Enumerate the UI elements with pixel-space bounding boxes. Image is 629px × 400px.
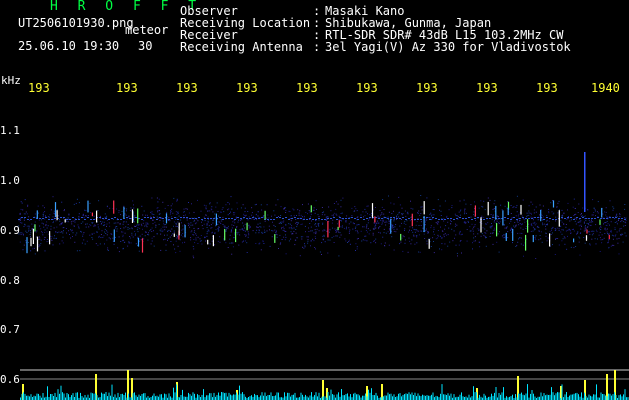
antenna-label: Receiving Antenna (180, 40, 303, 54)
file-name: UT2506101930.png (18, 16, 134, 30)
antenna-colon: : (313, 40, 321, 54)
x-tick-label: 1940 (591, 81, 620, 95)
hrofft-spectrogram-screen: H R O F F T UT2506101930.png meteor 25.0… (0, 0, 629, 400)
x-tick-label: 193 (476, 81, 498, 95)
x-tick-label: 193 (116, 81, 138, 95)
y-tick-label: 1.1 (0, 124, 20, 137)
noise-floor-trace (20, 384, 629, 400)
x-tick-label: 193 (176, 81, 198, 95)
x-tick-label: 193 (236, 81, 258, 95)
meteor-label: meteor (125, 23, 169, 37)
date-time: 25.06.10 19:30 (18, 39, 120, 53)
meteor-count: 30 (138, 39, 153, 53)
y-tick-label: 1.0 (0, 174, 20, 187)
y-tick-label: 0.7 (0, 323, 20, 336)
x-tick-label: 193 (28, 81, 50, 95)
y-tick-label: 0.8 (0, 274, 20, 287)
meteor-echo-layer (26, 152, 610, 254)
antenna-value: 3el Yagi(V) Az 330 for Vladivostok (325, 40, 571, 54)
y-tick-label: 0.9 (0, 224, 20, 237)
y-tick-label: 0.6 (0, 373, 20, 386)
x-tick-label: 193 (356, 81, 378, 95)
y-axis-unit: kHz (1, 74, 21, 87)
spectrogram-noise-layer (18, 195, 627, 259)
x-tick-label: 193 (416, 81, 438, 95)
spectrogram-plot (18, 152, 629, 400)
x-tick-label: 193 (296, 81, 318, 95)
x-tick-label: 193 (536, 81, 558, 95)
